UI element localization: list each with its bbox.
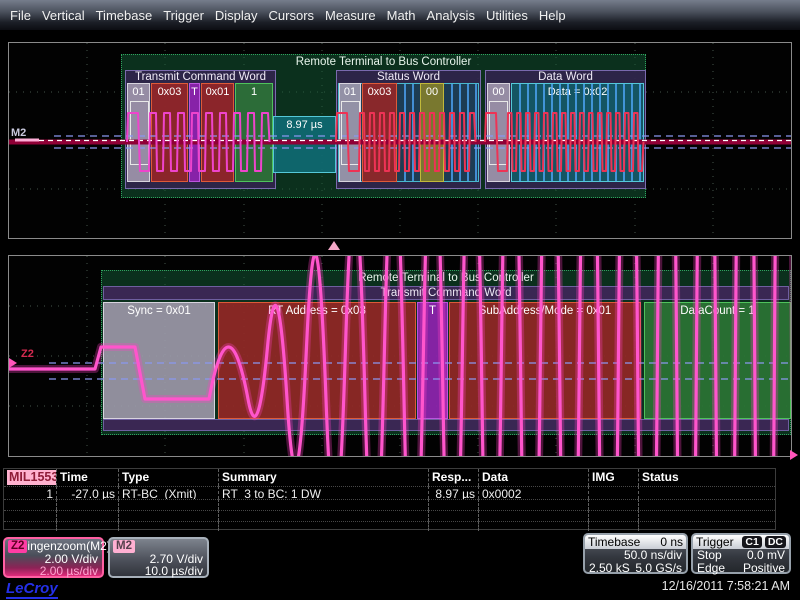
table-empty-cell: [218, 521, 428, 531]
m2-descriptor-box[interactable]: M2 2.70 V/div 10.0 µs/div: [108, 537, 209, 578]
m2-badge: M2: [113, 540, 135, 553]
timebase-box[interactable]: Timebase 0 ns 50.0 ns/div 2.50 kS 5.0 GS…: [583, 533, 688, 574]
menu-timebase[interactable]: Timebase: [96, 8, 153, 23]
timebase-rate: 5.0 GS/s: [635, 562, 682, 575]
row1-resp[interactable]: 8.97 µs: [428, 486, 478, 499]
table-empty-cell: [478, 499, 588, 510]
menu-math[interactable]: Math: [387, 8, 416, 23]
row1-summary[interactable]: RT 3 to BC: 1 DW: [218, 486, 428, 499]
row1-index[interactable]: 1: [4, 486, 56, 499]
table-empty-cell: [118, 499, 218, 510]
table-empty-cell: [56, 521, 118, 531]
zoom-waveform: [9, 256, 791, 456]
menu-display[interactable]: Display: [215, 8, 258, 23]
table-empty-cell: [4, 521, 56, 531]
table-empty-cell: [428, 521, 478, 531]
table-empty-cell: [638, 499, 775, 510]
table-empty-cell: [478, 521, 588, 531]
top-waveform-panel[interactable]: Remote Terminal to Bus Controller Transm…: [8, 42, 792, 239]
table-empty-cell: [4, 499, 56, 510]
timebase-offset: 0 ns: [660, 535, 683, 549]
trigger-type: Edge: [697, 562, 725, 575]
col-img: IMG: [588, 469, 638, 486]
pan-right-arrow: [790, 450, 798, 460]
table-empty-cell: [56, 499, 118, 510]
col-time: Time: [56, 469, 118, 486]
row1-status[interactable]: [638, 486, 775, 499]
z2-source: zoom(M2): [57, 540, 111, 553]
table-empty-cell: [118, 521, 218, 531]
table-empty-cell: [218, 499, 428, 510]
table-empty-cell: [218, 510, 428, 521]
zoom-waveform-panel[interactable]: Remote Terminal to Bus Controller Transm…: [8, 255, 792, 457]
trigger-box[interactable]: Trigger C1 DC Stop 0.0 mV Edge Positive: [691, 533, 791, 574]
table-empty-cell: [56, 510, 118, 521]
timebase-label: Timebase: [588, 535, 640, 549]
menu-utilities[interactable]: Utilities: [486, 8, 528, 23]
col-summary: Summary: [218, 469, 428, 486]
col-resp: Resp...: [428, 469, 478, 486]
datetime: 12/16/2011 7:58:21 AM: [662, 579, 790, 593]
z2-descriptor-box[interactable]: Z2 ingenzoom(M2) 2.00 V/div 2.00 µs/div: [3, 537, 104, 578]
m2-tdiv: 10.0 µs/div: [145, 565, 203, 578]
table-empty-cell: [428, 499, 478, 510]
trigger-mode: Stop: [697, 549, 722, 562]
table-empty-cell: [588, 510, 638, 521]
menu-measure[interactable]: Measure: [325, 8, 376, 23]
timebase-samples: 2.50 kS: [589, 562, 630, 575]
col-status: Status: [638, 469, 775, 486]
top-waveform: [9, 43, 791, 238]
z2-badge: Z2: [8, 540, 27, 553]
table-empty-cell: [638, 510, 775, 521]
col-data: Data: [478, 469, 588, 486]
menu-cursors[interactable]: Cursors: [269, 8, 315, 23]
row1-time[interactable]: -27.0 µs: [56, 486, 118, 499]
trigger-slope: Positive: [743, 562, 785, 575]
table-empty-cell: [588, 521, 638, 531]
lecroy-logo: LeCroy: [6, 580, 58, 599]
row1-data[interactable]: 0x0002: [478, 486, 588, 499]
decode-table: MIL1553 Time Type Summary Resp... Data I…: [3, 468, 776, 530]
row1-type[interactable]: RT-BC (Xmit): [118, 486, 218, 499]
menu-vertical[interactable]: Vertical: [42, 8, 85, 23]
table-empty-cell: [478, 510, 588, 521]
table-empty-cell: [4, 510, 56, 521]
menu-file[interactable]: File: [10, 8, 31, 23]
row1-img[interactable]: [588, 486, 638, 499]
table-empty-cell: [638, 521, 775, 531]
col-type: Type: [118, 469, 218, 486]
menu-bar: File Vertical Timebase Trigger Display C…: [0, 0, 800, 30]
trigger-level: 0.0 mV: [747, 549, 785, 562]
trigger-coupling-badge: DC: [765, 536, 786, 548]
table-empty-cell: [118, 510, 218, 521]
menu-trigger[interactable]: Trigger: [163, 8, 204, 23]
trigger-label: Trigger: [696, 535, 734, 549]
table-protocol-badge-cell[interactable]: MIL1553: [4, 469, 56, 486]
menu-analysis[interactable]: Analysis: [427, 8, 475, 23]
menu-help[interactable]: Help: [539, 8, 566, 23]
timebase-tdiv: 50.0 ns/div: [624, 549, 682, 562]
table-empty-cell: [428, 510, 478, 521]
trigger-time-marker[interactable]: [328, 241, 340, 250]
trigger-source-badge: C1: [742, 536, 761, 548]
z2-tdiv: 2.00 µs/div: [40, 565, 98, 578]
table-empty-cell: [588, 499, 638, 510]
